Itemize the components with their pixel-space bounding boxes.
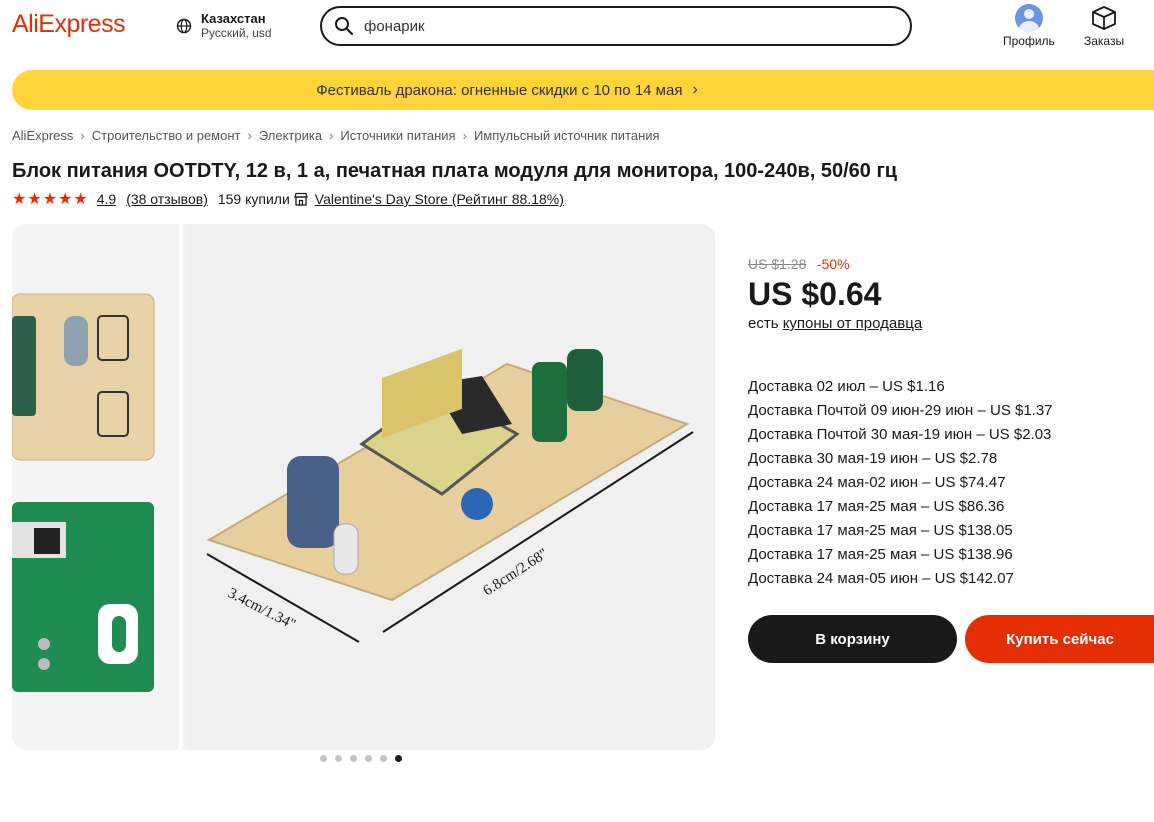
- profile-button[interactable]: Профиль: [1003, 4, 1055, 48]
- shipping-option[interactable]: Доставка 17 мая-25 мая – US $86.36: [748, 495, 1053, 519]
- buy-now-button[interactable]: Купить сейчас: [965, 615, 1154, 663]
- chevron-right-icon: ›: [462, 128, 467, 143]
- search-icon[interactable]: [334, 16, 354, 36]
- dimension-length-label: 6.8cm/2.68": [480, 546, 550, 600]
- shipping-option[interactable]: Доставка 24 мая-05 июн – US $142.07: [748, 567, 1053, 591]
- header: AliExpress Казахстан Русский, usd Профил…: [0, 0, 1154, 60]
- breadcrumb-item[interactable]: Строительство и ремонт: [92, 128, 241, 143]
- discount-badge: -50%: [816, 256, 850, 272]
- product-main-image[interactable]: 3.4cm/1.34" 6.8cm/2.68": [187, 224, 715, 750]
- pcb-main-image: 3.4cm/1.34" 6.8cm/2.68": [206, 348, 694, 643]
- promo-banner[interactable]: Фестиваль дракона: огненные скидки с 10 …: [12, 70, 1154, 110]
- gallery-dot[interactable]: [350, 755, 357, 762]
- product-gallery[interactable]: 3.4cm/1.34" 6.8cm/2.68": [12, 224, 715, 750]
- shipping-option[interactable]: Доставка 02 июл – US $1.16: [748, 375, 1053, 399]
- product-meta: ★★★★★ 4.9 (38 отзывов) 159 купили Valent…: [12, 189, 574, 209]
- chevron-right-icon: ›: [692, 81, 698, 98]
- coupon-line: есть купоны от продавца: [748, 315, 922, 332]
- pcb-top-thumbnail: [12, 293, 155, 692]
- chevron-right-icon: ›: [247, 128, 252, 143]
- store-icon: [293, 192, 308, 206]
- breadcrumb-item[interactable]: AliExpress: [12, 128, 73, 143]
- product-title: Блок питания OOTDTY, 12 в, 1 а, печатная…: [12, 160, 898, 182]
- gallery-dot-active[interactable]: [395, 755, 402, 762]
- shipping-option[interactable]: Доставка 24 мая-02 июн – US $74.47: [748, 471, 1053, 495]
- chevron-right-icon: ›: [329, 128, 334, 143]
- search-input[interactable]: [364, 17, 864, 35]
- coupon-prefix: есть: [748, 315, 779, 332]
- breadcrumb-item[interactable]: Импульсный источник питания: [474, 128, 660, 143]
- coupon-link[interactable]: купоны от продавца: [783, 315, 922, 332]
- sold-count: 159 купили: [217, 191, 290, 207]
- dimension-width-label: 3.4cm/1.34": [225, 585, 298, 633]
- region-country: Казахстан: [201, 11, 266, 26]
- gallery-dot[interactable]: [335, 755, 342, 762]
- reviews-link[interactable]: (38 отзывов): [126, 191, 208, 207]
- breadcrumb: AliExpress › Строительство и ремонт › Эл…: [12, 128, 660, 143]
- current-price: US $0.64: [748, 276, 882, 312]
- rating-value[interactable]: 4.9: [97, 191, 116, 207]
- previous-image-preview[interactable]: [12, 224, 183, 750]
- shipping-option[interactable]: Доставка 17 мая-25 мая – US $138.05: [748, 519, 1053, 543]
- gallery-dot[interactable]: [320, 755, 327, 762]
- region-selector[interactable]: Казахстан Русский, usd: [176, 12, 272, 40]
- avatar: [1014, 4, 1043, 32]
- orders-button[interactable]: Заказы: [1084, 4, 1124, 48]
- rating-stars-icon: ★★★★★: [12, 191, 89, 208]
- orders-label: Заказы: [1084, 34, 1125, 48]
- price-box: US $1.28 -50% US $0.64 есть купоны от пр…: [748, 256, 922, 332]
- region-language-currency: Русский, usd: [201, 26, 272, 40]
- breadcrumb-item[interactable]: Источники питания: [340, 128, 455, 143]
- old-price: US $1.28: [748, 256, 807, 272]
- chevron-right-icon: ›: [80, 128, 85, 143]
- shipping-options: Доставка 02 июл – US $1.16 Доставка Почт…: [748, 375, 1053, 591]
- aliexpress-logo[interactable]: AliExpress: [12, 10, 126, 39]
- search-bar[interactable]: [320, 6, 912, 46]
- globe-icon: [176, 18, 192, 34]
- promo-banner-text: Фестиваль дракона: огненные скидки с 10 …: [316, 81, 683, 99]
- shipping-option[interactable]: Доставка Почтой 30 мая-19 июн – US $2.03: [748, 423, 1053, 447]
- shipping-option[interactable]: Доставка 30 мая-19 июн – US $2.78: [748, 447, 1053, 471]
- breadcrumb-item[interactable]: Электрика: [259, 128, 322, 143]
- gallery-pagination: [320, 755, 402, 762]
- profile-label: Профиль: [1003, 34, 1055, 48]
- box-icon: [1092, 6, 1116, 30]
- shipping-option[interactable]: Доставка 17 мая-25 мая – US $138.96: [748, 543, 1053, 567]
- gallery-dot[interactable]: [365, 755, 372, 762]
- gallery-dot[interactable]: [380, 755, 387, 762]
- store-link[interactable]: Valentine's Day Store (Рейтинг 88.18%): [315, 191, 564, 207]
- add-to-cart-button[interactable]: В корзину: [748, 615, 957, 663]
- shipping-option[interactable]: Доставка Почтой 09 июн-29 июн – US $1.37: [748, 399, 1053, 423]
